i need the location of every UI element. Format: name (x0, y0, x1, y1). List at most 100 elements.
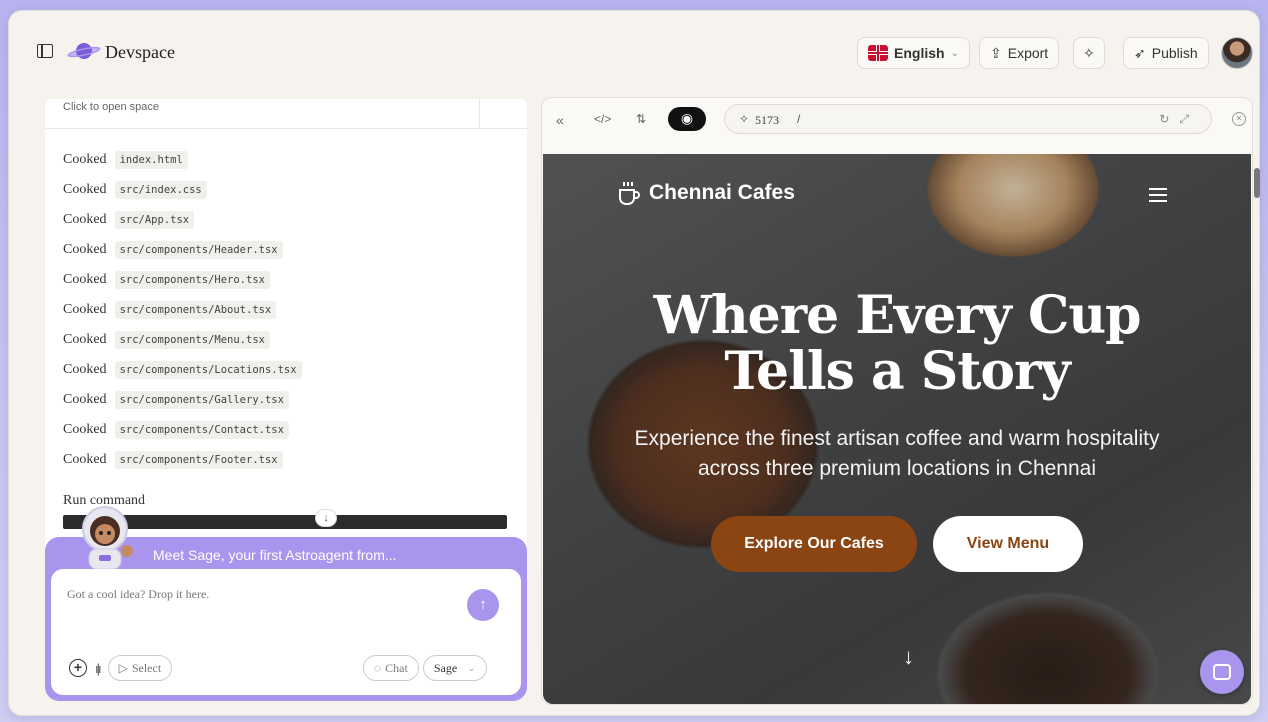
preview-eye-icon[interactable]: ◉ (668, 107, 706, 131)
chat-panel: Meet Sage, your first Astroagent from...… (45, 506, 527, 701)
chat-input-box[interactable]: Got a cool idea? Drop it here. ↑ + ı|ı ▷… (51, 569, 521, 695)
astronaut-mascot-icon (82, 506, 133, 570)
log-row: Cooked src/components/Gallery.tsx (63, 385, 302, 415)
log-verb: Cooked (63, 182, 107, 197)
chat-bubble-icon (1213, 664, 1231, 680)
cafe-brand-label: Chennai Cafes (649, 181, 795, 204)
log-verb: Cooked (63, 422, 107, 437)
rocket-icon: ➶ (1134, 44, 1146, 61)
agent-label: Sage (433, 660, 458, 675)
log-file[interactable]: index.html (114, 151, 188, 169)
app-window: Devspace English ⌄ ⇪ Export ✧ ➶ Publish … (8, 10, 1260, 716)
close-preview-icon[interactable]: ✕ (1232, 112, 1246, 126)
log-file[interactable]: src/App.tsx (114, 211, 195, 229)
user-avatar[interactable] (1221, 37, 1253, 69)
send-button[interactable]: ↑ (467, 589, 499, 621)
log-file[interactable]: src/components/Menu.tsx (114, 331, 270, 349)
log-file[interactable]: src/components/Gallery.tsx (114, 391, 289, 409)
hero-subtitle-line1: Experience the finest artisan coffee and… (634, 427, 1160, 450)
log-row: Cooked src/components/Header.tsx (63, 235, 302, 265)
top-bar: Devspace English ⌄ ⇪ Export ✧ ➶ Publish (9, 11, 1259, 91)
agent-selector[interactable]: Sage ⌄ (422, 655, 487, 681)
log-row: Cooked src/components/Locations.tsx (63, 355, 302, 385)
add-attachment-icon[interactable]: + (69, 659, 87, 677)
log-file[interactable]: src/components/Locations.tsx (114, 361, 302, 379)
log-row: Cooked src/components/About.tsx (63, 295, 302, 325)
log-verb: Cooked (63, 392, 107, 407)
chat-tools-right: ◌ Chat Sage ⌄ (363, 655, 487, 681)
hero-title-line1: Where Every Cup (653, 285, 1141, 346)
chat-bubble-icon: ◌ (374, 660, 382, 675)
code-icon[interactable]: </> (594, 112, 611, 126)
language-selector[interactable]: English ⌄ (857, 37, 970, 69)
view-menu-button[interactable]: View Menu (933, 516, 1083, 572)
refresh-expand-icons[interactable]: ↻⤢ (1159, 112, 1199, 127)
hero-title-line2: Tells a Story (724, 341, 1070, 402)
collapse-icon[interactable]: « (556, 112, 564, 128)
plugin-button[interactable]: ✧ (1073, 37, 1105, 69)
scroll-down-arrow-icon[interactable]: ↓ (903, 644, 914, 670)
chat-widget-button[interactable] (1200, 650, 1244, 694)
select-button[interactable]: ▷ Select (107, 655, 173, 681)
log-row: Cooked src/components/Menu.tsx (63, 325, 302, 355)
log-row: Cooked src/components/Contact.tsx (63, 415, 302, 445)
chevron-down-icon: ⌄ (467, 662, 476, 674)
port-number: 5173 (755, 113, 779, 127)
diff-icon[interactable]: ⇅ (636, 112, 646, 126)
preview-panel: « </> ⇅ ◉ ✧ 5173 / ↻⤢ ✕ Chennai Cafes Wh… (541, 97, 1260, 705)
log-row: Cooked src/components/Footer.tsx (63, 445, 302, 475)
log-file[interactable]: src/components/Footer.tsx (114, 451, 283, 469)
site-preview: Chennai Cafes Where Every Cup Tells a St… (543, 154, 1251, 704)
cafe-brand[interactable]: Chennai Cafes (617, 180, 795, 206)
sidebar-toggle-icon[interactable] (37, 44, 53, 58)
scroll-down-icon[interactable]: ↓ (315, 509, 337, 527)
hero-title: Where Every Cup Tells a Story (543, 288, 1251, 400)
export-icon: ⇪ (990, 44, 1002, 61)
url-bar[interactable]: ✧ 5173 / ↻⤢ (724, 104, 1212, 134)
log-row: Cooked src/index.css (63, 175, 302, 205)
url-path[interactable]: / (797, 112, 800, 126)
preview-scrollbar[interactable] (1252, 154, 1262, 702)
log-verb: Cooked (63, 272, 107, 287)
chat-input[interactable]: Got a cool idea? Drop it here. (67, 587, 209, 602)
space-hint: Click to open space (63, 101, 159, 113)
log-file[interactable]: src/components/Hero.tsx (114, 271, 270, 289)
log-verb: Cooked (63, 242, 107, 257)
log-file[interactable]: src/components/Header.tsx (114, 241, 283, 259)
log-row: Cooked src/components/Hero.tsx (63, 265, 302, 295)
language-label: English (894, 45, 945, 61)
select-label: Select (131, 660, 162, 675)
chat-mode-button[interactable]: ◌ Chat (363, 655, 419, 681)
voice-wave-icon[interactable]: ı|ı (95, 661, 101, 676)
log-file[interactable]: src/index.css (114, 181, 207, 199)
uk-flag-icon (868, 45, 888, 61)
chat-mode-label: Chat (385, 660, 408, 675)
log-verb: Cooked (63, 452, 107, 467)
hamburger-menu-icon[interactable] (1149, 188, 1167, 202)
coffee-cup-icon (619, 182, 640, 205)
hero-subtitle: Experience the finest artisan coffee and… (543, 424, 1251, 484)
cursor-icon: ▷ (118, 660, 128, 675)
log-verb: Cooked (63, 332, 107, 347)
log-verb: Cooked (63, 212, 107, 227)
log-verb: Cooked (63, 302, 107, 317)
log-file[interactable]: src/components/About.tsx (114, 301, 277, 319)
sage-intro-text: Meet Sage, your first Astroagent from... (153, 547, 397, 563)
log-file[interactable]: src/components/Contact.tsx (114, 421, 289, 439)
explore-cafes-button[interactable]: Explore Our Cafes (711, 516, 917, 572)
chat-tools-left: + ı|ı ▷ Select (69, 655, 173, 681)
chevron-down-icon: ⌄ (950, 47, 959, 59)
publish-button[interactable]: ➶ Publish (1123, 37, 1209, 69)
scroll-thumb[interactable] (1254, 168, 1260, 198)
build-log: Cooked index.html Cooked src/index.css Coo… (63, 145, 302, 475)
planet-logo-icon (67, 43, 101, 59)
plug-icon: ✧ (1083, 44, 1095, 61)
log-row: Cooked index.html (63, 145, 302, 175)
export-button[interactable]: ⇪ Export (979, 37, 1060, 69)
publish-label: Publish (1151, 45, 1198, 61)
preview-toolbar: « </> ⇅ ◉ ✧ 5173 / ↻⤢ ✕ (542, 98, 1252, 142)
export-label: Export (1007, 45, 1049, 61)
log-verb: Cooked (63, 152, 107, 167)
open-space-bar[interactable]: Click to open space (45, 99, 527, 129)
log-verb: Cooked (63, 362, 107, 377)
